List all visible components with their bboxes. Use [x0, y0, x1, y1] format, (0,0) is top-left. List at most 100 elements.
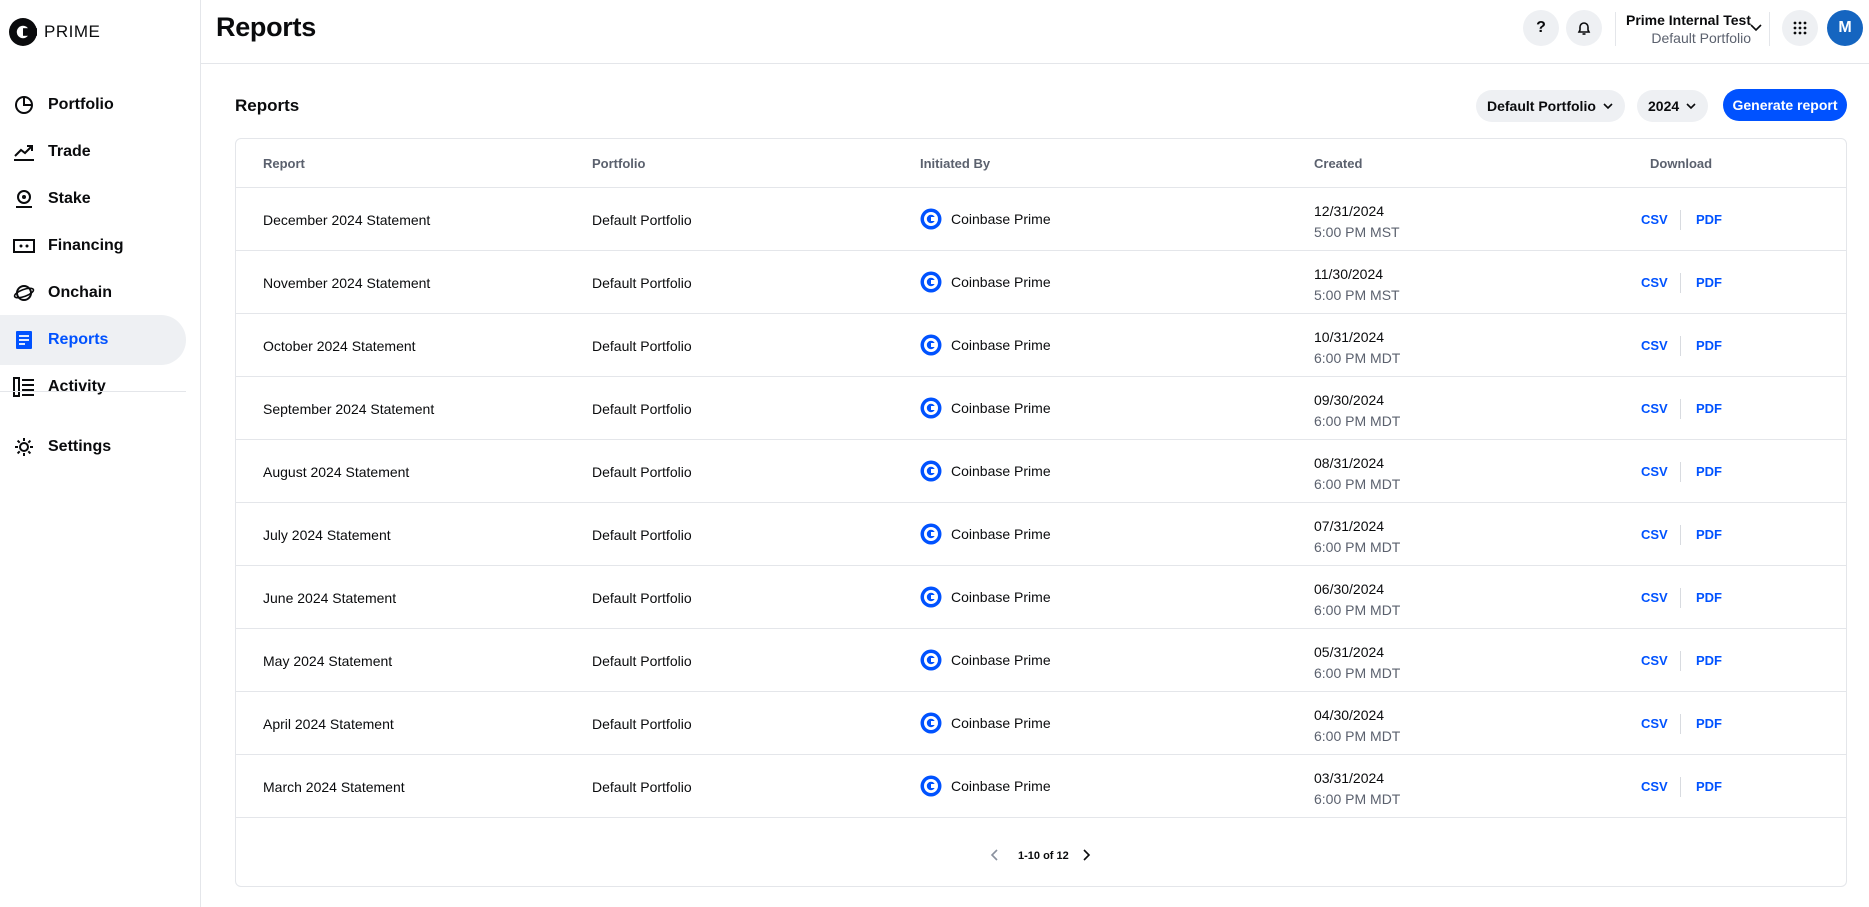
- download-divider: [1680, 714, 1681, 734]
- coinbase-icon: [920, 334, 942, 356]
- download-pdf-link[interactable]: PDF: [1696, 212, 1722, 227]
- created-datetime: 10/31/2024 6:00 PM MDT: [1314, 327, 1400, 369]
- created-time: 6:00 PM MDT: [1314, 539, 1401, 555]
- sidebar-item-label: Portfolio: [48, 96, 114, 113]
- table-header: Report Portfolio Initiated By Created Do…: [236, 139, 1846, 188]
- report-name: March 2024 Statement: [263, 779, 405, 795]
- trend-line-icon: [12, 140, 36, 164]
- generate-report-button[interactable]: Generate report: [1723, 89, 1847, 121]
- sidebar-item-financing[interactable]: Financing: [0, 221, 186, 271]
- sidebar-item-label: Stake: [48, 190, 91, 207]
- sidebar-item-activity[interactable]: Activity: [0, 362, 186, 412]
- chevron-down-icon: [1686, 103, 1696, 110]
- help-button[interactable]: ?: [1523, 10, 1559, 46]
- prime-logo[interactable]: PRIME: [8, 17, 100, 47]
- created-datetime: 08/31/2024 6:00 PM MDT: [1314, 453, 1400, 495]
- sidebar-item-trade[interactable]: Trade: [0, 127, 186, 177]
- document-icon: [12, 328, 36, 352]
- initiated-by-label: Coinbase Prime: [951, 211, 1051, 227]
- download-csv-link[interactable]: CSV: [1641, 716, 1668, 731]
- sidebar-item-label: Financing: [48, 237, 124, 254]
- chevron-left-icon[interactable]: [988, 848, 1002, 862]
- download-csv-link[interactable]: CSV: [1641, 527, 1668, 542]
- table-row: April 2024 Statement Default Portfolio Coi…: [236, 692, 1846, 755]
- download-divider: [1680, 336, 1681, 356]
- download-csv-link[interactable]: CSV: [1641, 464, 1668, 479]
- download-csv-link[interactable]: CSV: [1641, 779, 1668, 794]
- created-date: 08/31/2024: [1314, 455, 1385, 471]
- reports-table: Report Portfolio Initiated By Created Do…: [235, 138, 1847, 887]
- column-header-report: Report: [263, 156, 305, 171]
- initiated-by: Coinbase Prime: [920, 208, 1051, 230]
- portfolio-filter-value: Default Portfolio: [1487, 98, 1596, 114]
- table-row: October 2024 Statement Default Portfolio C…: [236, 314, 1846, 377]
- created-date: 11/30/2024: [1314, 266, 1384, 282]
- download-csv-link[interactable]: CSV: [1641, 590, 1668, 605]
- top-header: Reports ? Prime Internal Test Default Po…: [201, 0, 1869, 64]
- app-switcher-button[interactable]: [1782, 10, 1818, 46]
- download-pdf-link[interactable]: PDF: [1696, 464, 1722, 479]
- account-portfolio: Default Portfolio: [1651, 30, 1751, 46]
- download-pdf-link[interactable]: PDF: [1696, 716, 1722, 731]
- bell-icon: [1577, 22, 1591, 35]
- sidebar-item-label: Onchain: [48, 284, 113, 301]
- created-time: 6:00 PM MDT: [1314, 602, 1401, 618]
- download-csv-link[interactable]: CSV: [1641, 401, 1668, 416]
- download-divider: [1680, 210, 1681, 230]
- chevron-down-icon: [1603, 103, 1613, 110]
- download-pdf-link[interactable]: PDF: [1696, 338, 1722, 353]
- coinbase-icon: [920, 208, 942, 230]
- account-name: Prime Internal Test: [1625, 12, 1751, 28]
- report-portfolio: Default Portfolio: [592, 464, 692, 480]
- initiated-by-label: Coinbase Prime: [951, 274, 1051, 290]
- created-date: 05/31/2024: [1314, 644, 1385, 660]
- download-pdf-link[interactable]: PDF: [1696, 590, 1722, 605]
- download-pdf-link[interactable]: PDF: [1696, 401, 1722, 416]
- notifications-button[interactable]: [1566, 10, 1602, 46]
- sidebar-item-stake[interactable]: Stake: [0, 174, 186, 224]
- column-header-created: Created: [1314, 156, 1363, 171]
- report-portfolio: Default Portfolio: [592, 275, 692, 291]
- chevron-right-icon[interactable]: [1079, 848, 1093, 862]
- created-date: 06/30/2024: [1314, 581, 1385, 597]
- download-divider: [1680, 399, 1681, 419]
- chevron-down-icon[interactable]: [1749, 20, 1763, 34]
- table-row: August 2024 Statement Default Portfolio Co…: [236, 440, 1846, 503]
- grid-icon: [1793, 21, 1807, 35]
- main-content: Reports Default Portfolio 2024 Generate …: [201, 64, 1869, 907]
- table-row: September 2024 Statement Default Portfoli…: [236, 377, 1846, 440]
- download-pdf-link[interactable]: PDF: [1696, 653, 1722, 668]
- created-datetime: 11/30/2024 5:00 PM MST: [1314, 264, 1400, 306]
- sidebar-item-settings[interactable]: Settings: [0, 422, 186, 472]
- avatar[interactable]: M: [1827, 10, 1863, 46]
- download-pdf-link[interactable]: PDF: [1696, 275, 1722, 290]
- created-datetime: 12/31/2024 5:00 PM MST: [1314, 201, 1400, 243]
- year-filter-dropdown[interactable]: 2024: [1637, 90, 1709, 122]
- portfolio-filter-dropdown[interactable]: Default Portfolio: [1476, 90, 1625, 122]
- created-date: 04/30/2024: [1314, 707, 1385, 723]
- help-icon: ?: [1536, 19, 1546, 36]
- sidebar-item-label: Activity: [48, 378, 106, 395]
- download-csv-link[interactable]: CSV: [1641, 275, 1668, 290]
- download-csv-link[interactable]: CSV: [1641, 212, 1668, 227]
- created-datetime: 03/31/2024 6:00 PM MDT: [1314, 768, 1400, 810]
- report-portfolio: Default Portfolio: [592, 716, 692, 732]
- download-pdf-link[interactable]: PDF: [1696, 527, 1722, 542]
- report-portfolio: Default Portfolio: [592, 653, 692, 669]
- download-csv-link[interactable]: CSV: [1641, 653, 1668, 668]
- account-switcher[interactable]: Prime Internal Test Default Portfolio: [1616, 12, 1751, 48]
- created-datetime: 04/30/2024 6:00 PM MDT: [1314, 705, 1400, 747]
- column-header-portfolio: Portfolio: [592, 156, 646, 171]
- initiated-by-label: Coinbase Prime: [951, 715, 1051, 731]
- created-time: 6:00 PM MDT: [1314, 728, 1401, 744]
- sidebar-item-reports[interactable]: Reports: [0, 315, 186, 365]
- sidebar-item-onchain[interactable]: Onchain: [0, 268, 186, 318]
- download-pdf-link[interactable]: PDF: [1696, 779, 1722, 794]
- report-name: September 2024 Statement: [263, 401, 435, 417]
- download-csv-link[interactable]: CSV: [1641, 338, 1668, 353]
- report-name: July 2024 Statement: [263, 527, 391, 543]
- created-date: 10/31/2024: [1314, 329, 1385, 345]
- sidebar-item-portfolio[interactable]: Portfolio: [0, 80, 186, 130]
- report-name: August 2024 Statement: [263, 464, 410, 480]
- initiated-by: Coinbase Prime: [920, 649, 1051, 671]
